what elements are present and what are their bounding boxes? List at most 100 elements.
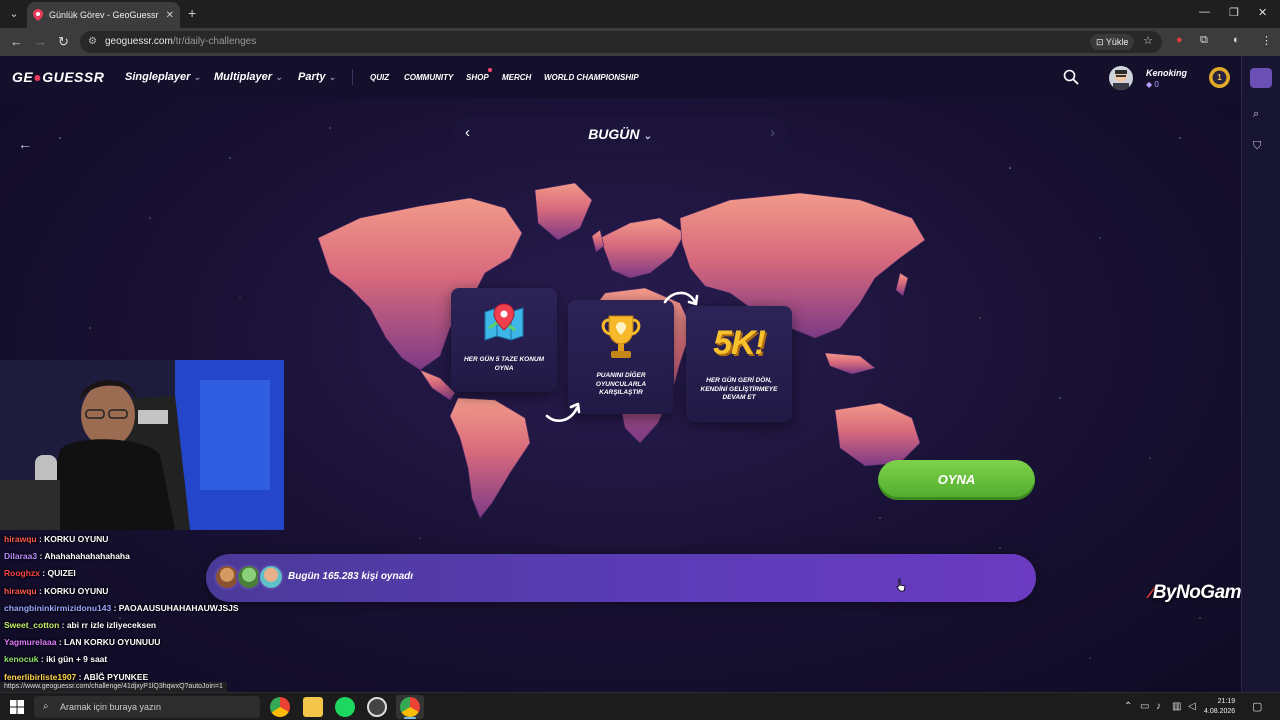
search-icon: ⌕	[43, 701, 49, 712]
minimize-icon[interactable]: —	[1199, 6, 1210, 18]
day-picker: ‹ BUGÜN ⌄ ›	[453, 118, 787, 150]
browser-menu-icon[interactable]: ⋮	[1261, 34, 1272, 47]
side-search-icon[interactable]: ⌕	[1253, 108, 1259, 121]
day-label: BUGÜN	[588, 126, 640, 142]
coin-balance: ◆ 0	[1146, 80, 1159, 89]
chat-text: KORKU OYUNU	[44, 585, 109, 596]
search-icon[interactable]	[1063, 69, 1079, 85]
next-day-icon[interactable]: ›	[770, 124, 775, 141]
file-explorer-icon[interactable]	[303, 697, 323, 717]
chat-message: hirawqu : KORKU OYUNU	[4, 585, 109, 596]
extension-red-icon[interactable]: ●	[1176, 34, 1183, 46]
close-window-icon[interactable]: ✕	[1258, 6, 1267, 19]
nav-merch[interactable]: MERCH	[502, 73, 531, 82]
address-bar[interactable]: ⚙ geoguessr.com/tr/daily-challenges ⊡ Yü…	[80, 31, 1162, 53]
install-app-button[interactable]: ⊡ Yükle	[1090, 34, 1135, 50]
chat-message: Rooghzx : QUIZEI	[4, 568, 76, 579]
play-button[interactable]: OYNA	[878, 460, 1035, 500]
nav-multiplayer-label: Multiplayer	[214, 71, 273, 83]
taskbar-search-box[interactable]: ⌕ Aramak için buraya yazın	[34, 696, 260, 718]
side-panel-extension-icon[interactable]	[1250, 68, 1272, 88]
back-icon[interactable]: ←	[10, 34, 23, 49]
card-compare-text: PUANINI DİĞER OYUNCULARLA KARŞILAŞTIR	[595, 372, 647, 396]
feature-card-compare: PUANINI DİĞER OYUNCULARLA KARŞILAŞTIR	[568, 300, 674, 414]
chevron-down-icon: ⌄	[328, 72, 337, 82]
chat-username: changbininkirmizidonu143	[4, 602, 112, 613]
trophy-icon	[601, 315, 641, 358]
browser-toolbar: ← → ↻ ⚙ geoguessr.com/tr/daily-challenge…	[0, 28, 1280, 56]
nav-world-championship[interactable]: WORLD CHAMPIONSHIP	[544, 73, 639, 82]
profile-icon[interactable]: ◐	[1233, 34, 1240, 46]
chrome-app-icon-active[interactable]	[400, 697, 420, 717]
chat-message: Dilaraa3 : Ahahahahahahahaha	[4, 551, 130, 562]
tray-mic-icon[interactable]: ♪	[1156, 701, 1161, 712]
chat-text: PAOAAUSUHAHAHAUWJSJS	[118, 602, 239, 613]
nav-party[interactable]: Party ⌄	[298, 71, 336, 83]
site-info-icon[interactable]: ⚙	[88, 36, 97, 47]
tab-search-icon[interactable]: ⌄	[4, 4, 24, 24]
reload-icon[interactable]: ↻	[58, 34, 69, 50]
chat-message: Yagmurelaaa : LAN KORKU OYUNUUU	[4, 637, 161, 648]
windows-start-icon[interactable]	[10, 700, 24, 714]
shop-notification-dot	[488, 68, 492, 72]
nav-party-label: Party	[298, 71, 326, 83]
tray-network-icon[interactable]: ▥	[1172, 701, 1181, 712]
nav-multiplayer[interactable]: Multiplayer ⌄	[214, 71, 283, 83]
url-host: geoguessr.com	[105, 36, 173, 47]
side-shield-icon[interactable]: ⛉	[1253, 140, 1261, 153]
windows-taskbar: ⌕ Aramak için buraya yazın ⌃ ▭ ♪ ▥ ◁ 21:…	[0, 692, 1280, 720]
obs-icon[interactable]	[367, 697, 387, 717]
bookmark-star-icon[interactable]: ☆	[1143, 34, 1153, 47]
nav-singleplayer[interactable]: Singleplayer ⌄	[125, 71, 201, 83]
nav-divider	[352, 69, 353, 85]
day-selector[interactable]: BUGÜN ⌄	[453, 126, 787, 142]
avatar[interactable]	[1109, 66, 1133, 90]
browser-side-panel: ⌕ ⛉	[1241, 56, 1280, 692]
forward-icon[interactable]: →	[34, 34, 47, 49]
notification-icon[interactable]: ▢	[1252, 700, 1262, 713]
tray-device-icon[interactable]: ▭	[1140, 701, 1149, 712]
new-tab-icon[interactable]: +	[188, 5, 196, 21]
chat-username: fenerlibirliste1907	[4, 671, 77, 682]
restore-icon[interactable]: ❐	[1229, 6, 1239, 19]
logo-pin-icon: ●	[33, 69, 43, 85]
spotify-icon[interactable]	[335, 697, 355, 717]
watermark-text: ByNoGame	[1152, 582, 1241, 603]
chevron-down-icon: ⌄	[275, 72, 283, 82]
chrome-app-icon[interactable]	[270, 697, 290, 717]
geoguessr-logo[interactable]: GE●GUESSR	[12, 69, 104, 85]
username[interactable]: Kenoking	[1146, 68, 1187, 78]
taskbar-clock[interactable]: 21:19 4.08.2026	[1204, 697, 1235, 717]
address-url: geoguessr.com/tr/daily-challenges	[105, 36, 256, 47]
chat-text: abi rr izle izliyeceksen	[66, 620, 157, 631]
chat-text: ABİĞ PYUNKEE	[83, 671, 149, 682]
close-tab-icon[interactable]: ✕	[166, 10, 174, 21]
extensions-puzzle-icon[interactable]: ⧉	[1200, 34, 1208, 47]
active-indicator	[404, 717, 416, 719]
level-badge[interactable]: 1	[1209, 67, 1230, 88]
browser-tab-strip: ⌄ Günlük Görev - GeoGuessr ✕ + — ❐ ✕	[0, 0, 1280, 28]
tray-chevron-icon[interactable]: ⌃	[1124, 701, 1132, 712]
chat-message: kenocuk : iki gün + 9 saat	[4, 654, 108, 665]
webcam-overlay	[0, 360, 284, 530]
feature-card-streak: 5K! HER GÜN GERİ DÖN, KENDİNİ GELİŞTİRME…	[686, 306, 792, 422]
browser-tab-active[interactable]: Günlük Görev - GeoGuessr ✕	[27, 2, 180, 28]
site-header: GE●GUESSR Singleplayer ⌄ Multiplayer ⌄ Par…	[0, 56, 1280, 98]
chat-username: Sweet_cotton	[4, 620, 60, 631]
nav-community[interactable]: COMMUNITY	[404, 73, 453, 82]
nav-shop[interactable]: SHOP	[466, 73, 489, 82]
chat-text: KORKU OYUNU	[44, 534, 109, 544]
feature-card-play: HER GÜN 5 TAZE KONUM OYNA	[451, 288, 557, 392]
url-path: /tr/daily-challenges	[172, 36, 257, 47]
players-today-count: Bugün 165.283 kişi oynadı	[288, 571, 414, 582]
streak-badge: 5K!	[713, 324, 766, 362]
chevron-down-icon: ⌄	[643, 131, 652, 142]
chat-username: hirawqu	[4, 585, 37, 596]
nav-quiz[interactable]: QUIZ	[370, 73, 389, 82]
coin-count: 0	[1154, 80, 1159, 89]
tray-volume-icon[interactable]: ◁	[1188, 701, 1196, 712]
chat-message: changbininkirmizidonu143 : PAOAAUSUHAHAH…	[4, 602, 239, 613]
chat-message: Sweet_cotton : abi rr izle izliyeceksen	[4, 620, 157, 631]
chat-message: hirawqu : KORKU OYUNU	[4, 534, 109, 544]
back-arrow-icon[interactable]: ←	[18, 136, 32, 152]
